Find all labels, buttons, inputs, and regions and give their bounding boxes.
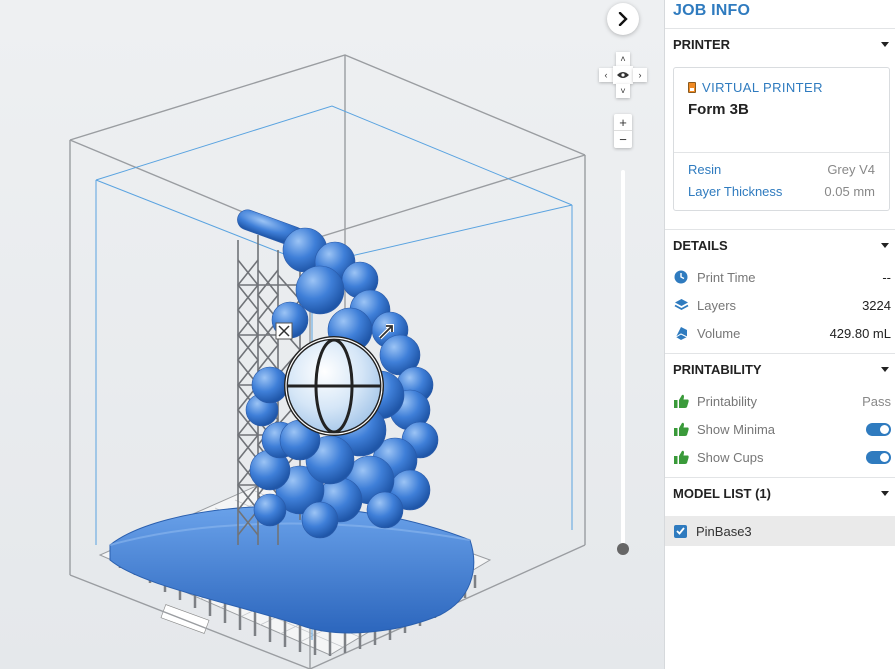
layer-thickness-label: Layer Thickness [688, 183, 783, 199]
pan-right-button[interactable]: › [633, 68, 647, 82]
caret-down-icon [881, 490, 889, 496]
model-list-section-header[interactable]: MODEL LIST (1) [665, 478, 895, 508]
printer-type: VIRTUAL PRINTER [702, 80, 823, 95]
layers-value: 3224 [862, 297, 891, 313]
layer-slider-thumb[interactable] [617, 543, 629, 555]
printer-name: Form 3B [688, 101, 749, 118]
printability-section-header[interactable]: PRINTABILITY [665, 354, 895, 384]
print-time-row: Print Time -- [665, 263, 895, 291]
view-reset-button[interactable] [613, 66, 633, 84]
pan-up-button[interactable]: ˄ [616, 52, 630, 66]
caret-down-icon [881, 242, 889, 248]
checkbox-icon[interactable] [674, 524, 687, 538]
layer-slider[interactable] [617, 170, 629, 556]
clock-icon [673, 269, 689, 285]
layers-icon [673, 297, 689, 313]
model-list-heading: MODEL LIST (1) [673, 485, 771, 501]
print-time-label: Print Time [697, 269, 756, 285]
layers-label: Layers [697, 297, 737, 313]
zoom-control: + − [614, 114, 632, 148]
show-cups-toggle[interactable] [866, 450, 891, 464]
printability-label: Printability [697, 393, 757, 409]
resin-value: Grey V4 [827, 161, 875, 177]
model-name: PinBase3 [696, 523, 752, 539]
printability-row: Printability Pass [665, 387, 895, 415]
thumbs-up-icon [673, 393, 689, 409]
volume-row: Volume 429.80 mL [665, 319, 895, 347]
layers-row: Layers 3224 [665, 291, 895, 319]
printability-value: Pass [862, 393, 891, 409]
job-info-panel: JOB INFO PRINTER VIRTUAL PRINTER Form 3B… [664, 0, 895, 669]
printability-heading: PRINTABILITY [673, 361, 762, 377]
eye-icon [617, 72, 629, 78]
move-handle-icon[interactable] [275, 322, 293, 340]
show-minima-toggle[interactable] [866, 422, 891, 436]
caret-down-icon [881, 366, 889, 372]
printer-icon [688, 82, 696, 93]
rotate-handle-icon[interactable] [284, 336, 384, 436]
show-cups-label: Show Cups [697, 449, 764, 465]
pan-control[interactable]: ˄ ‹ › ˅ [599, 52, 647, 98]
volume-label: Volume [697, 325, 741, 341]
show-minima-label: Show Minima [697, 421, 776, 437]
pan-down-button[interactable]: ˅ [616, 84, 630, 98]
resin-label: Resin [688, 161, 722, 177]
volume-value: 429.80 mL [829, 325, 891, 341]
show-cups-row: Show Cups [665, 443, 895, 471]
print-time-value: -- [882, 269, 891, 285]
layer-slider-track[interactable] [621, 170, 625, 548]
show-minima-row: Show Minima [665, 415, 895, 443]
zoom-out-icon[interactable]: − [614, 131, 632, 148]
panel-title: JOB INFO [665, 0, 895, 29]
volume-icon [673, 325, 689, 341]
details-heading: DETAILS [673, 237, 728, 253]
3d-viewport[interactable]: ˄ ‹ › ˅ + − [0, 0, 664, 669]
collapse-sidebar-button[interactable] [607, 3, 639, 35]
thumbs-up-icon [673, 449, 689, 465]
chevron-right-icon [618, 12, 628, 26]
details-section-header[interactable]: DETAILS [665, 230, 895, 260]
pan-left-button[interactable]: ‹ [599, 68, 613, 82]
printer-card[interactable]: VIRTUAL PRINTER Form 3B Resin Grey V4 La… [673, 67, 890, 211]
thumbs-up-icon [673, 421, 689, 437]
printer-heading: PRINTER [673, 36, 731, 52]
print-scene[interactable] [0, 0, 664, 669]
model-list: PinBase3 [665, 508, 895, 546]
layer-thickness-value: 0.05 mm [824, 183, 875, 199]
printer-section-header[interactable]: PRINTER [665, 29, 895, 59]
caret-down-icon [881, 41, 889, 47]
zoom-in-icon[interactable]: + [614, 114, 632, 131]
list-item[interactable]: PinBase3 [665, 516, 895, 546]
